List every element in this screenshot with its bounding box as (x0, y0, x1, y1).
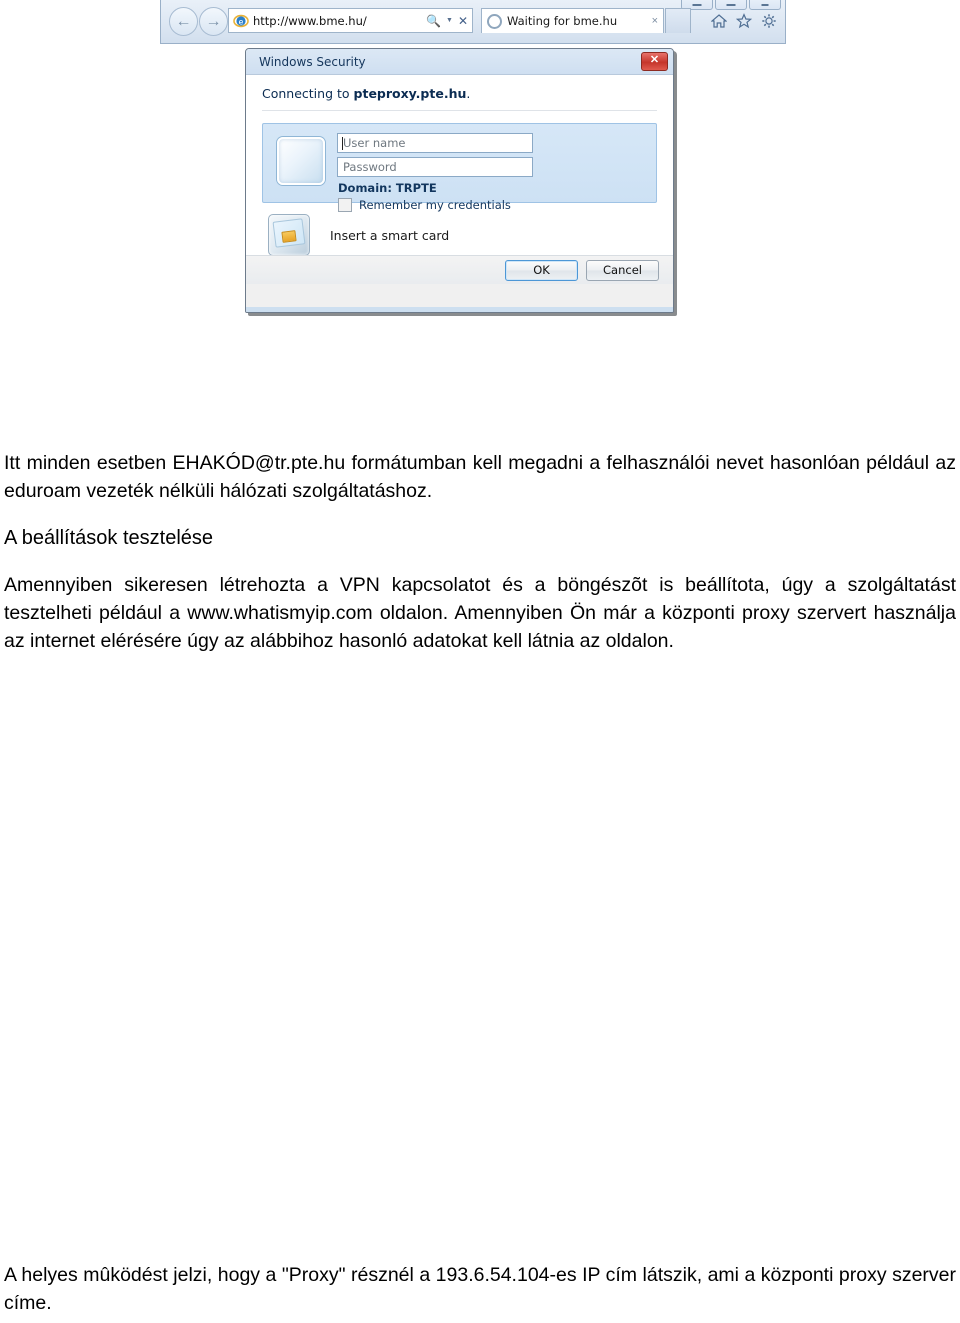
forward-arrow-icon[interactable]: → (199, 7, 228, 36)
dialog-heading-host: pteproxy.pte.hu (353, 86, 467, 101)
domain-label: Domain: TRPTE (338, 181, 437, 195)
credentials-panel[interactable]: User name Password Domain: TRPTE Remembe… (262, 123, 657, 212)
cancel-button[interactable]: Cancel (586, 259, 659, 281)
address-bar-url: http://www.bme.hu/ (253, 13, 367, 28)
bottom-note: A helyes mûködést jelzi, hogy a "Proxy" … (4, 1264, 956, 1314)
gear-icon[interactable] (761, 13, 777, 29)
smart-card-chip (281, 230, 297, 243)
address-bar-icons: 🔍 ▼ ✕ (426, 14, 468, 28)
browser-chrome: ← → e http://www.bme.hu/ 🔍 ▼ ✕ Waiting f… (160, 0, 786, 44)
dialog-body: Connecting to pteproxy.pte.hu. User name… (246, 75, 673, 284)
user-tile-icon (277, 137, 325, 185)
dialog-footer: OK Cancel (246, 255, 673, 284)
internet-explorer-logo-icon: e (233, 13, 249, 29)
browser-screenshot-figure: ← → e http://www.bme.hu/ 🔍 ▼ ✕ Waiting f… (160, 0, 800, 380)
dialog-heading-prefix: Connecting to (262, 86, 354, 101)
dialog-titlebar: Windows Security ✕ (246, 49, 673, 75)
dialog-heading: Connecting to pteproxy.pte.hu. (246, 75, 673, 101)
dialog-bottom-strip (246, 307, 673, 312)
dialog-close-icon[interactable]: ✕ (641, 52, 668, 71)
loading-spinner-icon (487, 13, 502, 29)
toolbar-icons (711, 13, 777, 29)
star-icon[interactable] (736, 13, 752, 29)
password-input[interactable]: Password (337, 157, 533, 177)
home-icon[interactable] (711, 13, 727, 29)
dialog-heading-suffix: . (466, 86, 471, 101)
ok-button[interactable]: OK (505, 259, 578, 281)
smart-card-option[interactable]: Insert a smart card (268, 214, 657, 256)
smart-card-icon (268, 214, 310, 256)
address-bar[interactable]: e http://www.bme.hu/ 🔍 ▼ ✕ (228, 8, 473, 33)
remember-credentials-checkbox[interactable] (338, 198, 352, 212)
username-input[interactable]: User name (337, 133, 533, 153)
document-content: Itt minden esetben EHAKÓD@tr.pte.hu form… (4, 450, 956, 655)
dialog-divider (262, 110, 657, 111)
remember-credentials-label: Remember my credentials (359, 198, 511, 212)
search-magnifier-icon[interactable]: 🔍 (426, 14, 441, 28)
paragraph-1: Itt minden esetben EHAKÓD@tr.pte.hu form… (4, 452, 956, 502)
close-window-button[interactable] (749, 0, 781, 10)
svg-text:e: e (239, 17, 244, 26)
new-tab-button[interactable] (665, 8, 691, 33)
stop-x-icon[interactable]: ✕ (458, 14, 468, 28)
credential-fields: User name Password Domain: TRPTE Remembe… (337, 131, 648, 212)
dialog-title: Windows Security (259, 54, 366, 69)
browser-tab-title: Waiting for bme.hu (507, 14, 618, 28)
browser-tab[interactable]: Waiting for bme.hu × (481, 8, 664, 33)
chevron-down-icon[interactable]: ▼ (446, 17, 453, 24)
section-heading: A beállítások tesztelése (4, 527, 214, 550)
maximize-button[interactable] (715, 0, 747, 10)
windows-security-dialog: Windows Security ✕ Connecting to pteprox… (245, 48, 674, 313)
close-icon[interactable]: × (652, 15, 658, 27)
paragraph-2: Amennyiben sikeresen létrehozta a VPN ka… (4, 574, 956, 652)
navigation-buttons: ← → (169, 7, 228, 36)
smart-card-label: Insert a smart card (330, 227, 450, 243)
window-controls (681, 0, 781, 10)
remember-credentials-row[interactable]: Remember my credentials (338, 198, 648, 212)
back-arrow-icon[interactable]: ← (169, 7, 198, 36)
